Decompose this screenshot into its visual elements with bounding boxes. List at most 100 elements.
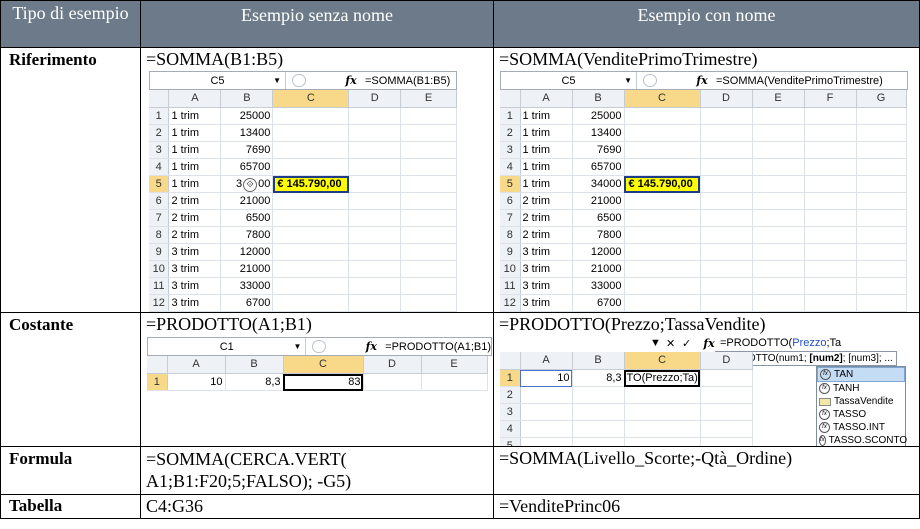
cell[interactable] — [700, 277, 753, 295]
cell[interactable] — [700, 158, 753, 176]
fx-icon[interactable]: fx — [698, 337, 720, 350]
cell[interactable]: 3 trim — [520, 277, 573, 295]
cell[interactable] — [856, 192, 907, 210]
cell[interactable] — [856, 209, 907, 227]
col-header[interactable]: E — [400, 90, 457, 108]
cell[interactable] — [272, 107, 350, 125]
cell[interactable]: 12000 — [572, 243, 625, 261]
cell[interactable] — [752, 107, 805, 125]
cell[interactable] — [400, 192, 457, 210]
cell[interactable] — [348, 277, 402, 295]
cell[interactable]: 10 — [520, 369, 573, 387]
cancel-icon[interactable]: ✕ — [666, 337, 682, 350]
cell[interactable] — [804, 141, 857, 159]
cell[interactable] — [856, 124, 907, 142]
row-header[interactable]: 12 — [500, 294, 521, 312]
col-header[interactable]: B — [220, 90, 274, 108]
cell[interactable] — [700, 192, 753, 210]
cell[interactable] — [348, 141, 402, 159]
cell[interactable] — [348, 175, 402, 193]
cell[interactable]: 1 trim — [520, 124, 573, 142]
cell[interactable] — [624, 124, 701, 142]
cell[interactable]: 65700 — [220, 158, 274, 176]
formula-text[interactable]: =PRODOTTO(A1;B1) — [382, 341, 491, 353]
row-header[interactable]: 1 — [149, 107, 170, 125]
row-header[interactable]: 8 — [500, 226, 521, 244]
cell[interactable]: 7690 — [220, 141, 274, 159]
fx-icon[interactable]: fx — [340, 74, 362, 87]
cell[interactable]: 3 trim — [168, 277, 222, 295]
cell[interactable] — [363, 373, 422, 391]
row-header[interactable]: 1 — [147, 373, 168, 391]
cell[interactable]: 33000 — [220, 277, 274, 295]
cell[interactable]: 2 trim — [168, 192, 222, 210]
cell[interactable] — [348, 226, 402, 244]
cell[interactable] — [856, 175, 907, 193]
cell[interactable] — [624, 158, 701, 176]
name-box[interactable]: C5 ▼ — [150, 72, 286, 89]
cell[interactable] — [700, 141, 753, 159]
cell[interactable] — [804, 277, 857, 295]
cell[interactable] — [752, 209, 805, 227]
row-header[interactable]: 8 — [149, 226, 170, 244]
cell[interactable]: 21000 — [572, 192, 625, 210]
cell[interactable] — [856, 141, 907, 159]
cell[interactable] — [272, 226, 350, 244]
cell[interactable] — [752, 277, 805, 295]
cell[interactable] — [804, 192, 857, 210]
row-header[interactable]: 11 — [149, 277, 170, 295]
cell[interactable]: 1 trim — [168, 175, 222, 193]
row-header[interactable]: 7 — [149, 209, 170, 227]
col-header[interactable]: D — [348, 90, 402, 108]
cell[interactable] — [804, 226, 857, 244]
row-header[interactable]: 10 — [500, 260, 521, 278]
cell[interactable]: 25000 — [572, 107, 625, 125]
col-header[interactable]: F — [804, 90, 857, 108]
row-header[interactable]: 11 — [500, 277, 521, 295]
cell[interactable] — [348, 243, 402, 261]
row-header[interactable]: 2 — [500, 386, 521, 404]
cell[interactable]: 8,3 — [572, 369, 625, 387]
cell[interactable]: 1 trim — [520, 141, 573, 159]
cell[interactable] — [400, 141, 457, 159]
cell[interactable]: 2 trim — [520, 209, 573, 227]
result-cell[interactable]: € 145.790,00 — [272, 175, 350, 193]
cell[interactable]: 1 trim — [168, 141, 222, 159]
cell[interactable] — [752, 124, 805, 142]
active-cell[interactable]: TO(Prezzo;Ta) — [624, 369, 701, 387]
cell[interactable] — [348, 260, 402, 278]
cell[interactable] — [272, 294, 350, 312]
cell[interactable]: 21000 — [572, 260, 625, 278]
row-header[interactable]: 10 — [149, 260, 170, 278]
fx-icon[interactable]: fx — [691, 74, 713, 87]
cell[interactable] — [804, 243, 857, 261]
cell[interactable]: 6700 — [572, 294, 625, 312]
cell[interactable] — [700, 124, 753, 142]
cell[interactable] — [700, 175, 753, 193]
cell[interactable] — [272, 209, 350, 227]
cell[interactable] — [400, 124, 457, 142]
row-header[interactable]: 6 — [149, 192, 170, 210]
cell[interactable]: 21000 — [220, 192, 274, 210]
cell[interactable] — [348, 158, 402, 176]
cell[interactable] — [700, 107, 753, 125]
cell[interactable]: 6500 — [572, 209, 625, 227]
cell[interactable] — [272, 260, 350, 278]
cell[interactable] — [752, 192, 805, 210]
fx-icon[interactable]: fx — [360, 340, 382, 353]
cell[interactable] — [400, 209, 457, 227]
cell[interactable] — [856, 158, 907, 176]
col-header[interactable]: A — [520, 90, 573, 108]
corner-cell[interactable] — [147, 356, 168, 374]
col-header[interactable]: C — [283, 356, 364, 374]
cell[interactable]: 8,3 — [225, 373, 284, 391]
cell[interactable] — [752, 175, 805, 193]
cell[interactable]: 2 trim — [520, 192, 573, 210]
row-header[interactable]: 3 — [500, 141, 521, 159]
cell[interactable]: 1 trim — [168, 158, 222, 176]
cell[interactable] — [624, 209, 701, 227]
cell[interactable] — [400, 243, 457, 261]
cell[interactable] — [421, 373, 488, 391]
cell[interactable] — [856, 260, 907, 278]
formula-text[interactable]: =SOMMA(VenditePrimoTrimestre) — [713, 75, 883, 87]
